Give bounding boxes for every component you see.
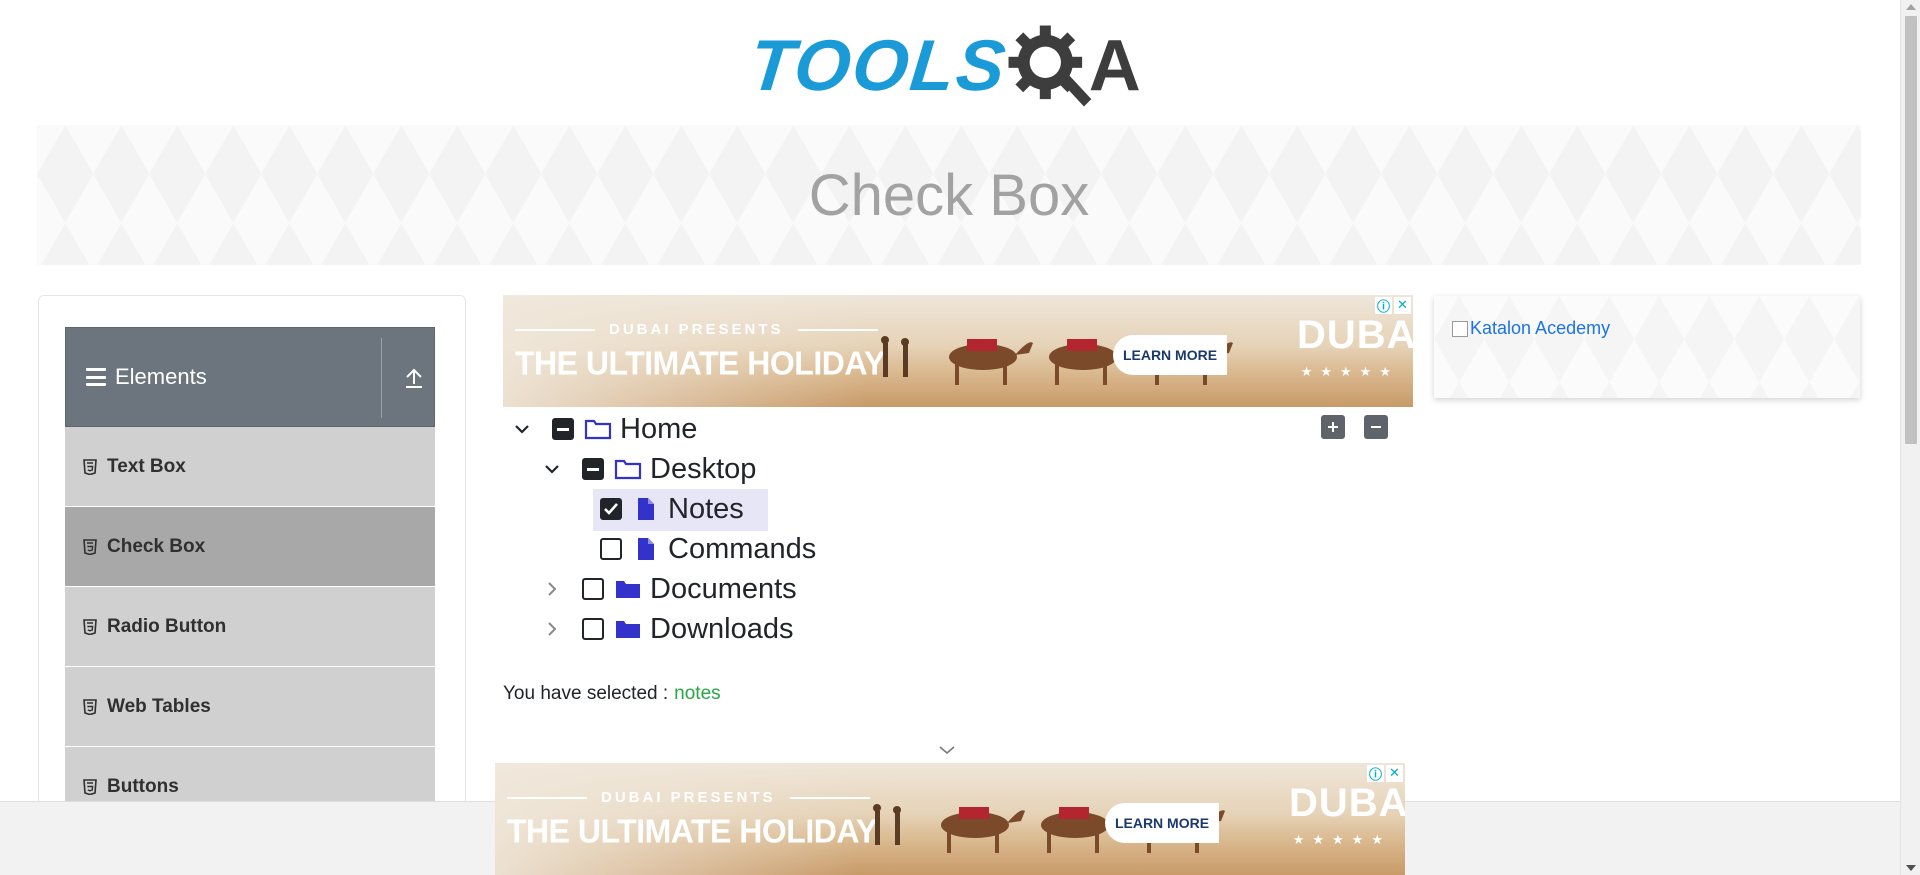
left-panel: Elements Text Box Check Box Radio Button (38, 295, 466, 875)
tree-node-downloads[interactable]: Downloads (540, 609, 793, 649)
folder-icon (614, 617, 642, 641)
scroll-up-arrow-icon[interactable] (1906, 4, 1916, 10)
chevron-down-icon[interactable] (540, 457, 564, 481)
selection-result: You have selected : notes (503, 683, 721, 705)
menu-item-label: Radio Button (107, 615, 227, 637)
chevron-down-icon[interactable] (938, 744, 956, 756)
collapse-up-icon[interactable] (403, 366, 425, 390)
ad-info-icon[interactable]: ⓘ (1367, 765, 1384, 783)
tree-node-label[interactable]: Downloads (650, 613, 793, 646)
top-ad-banner[interactable]: DUBAI PRESENTS THE ULTIMATE HOLIDAY LEAR… (503, 295, 1413, 407)
tree-node-label[interactable]: Home (620, 413, 697, 446)
menu-item-radio-button[interactable]: Radio Button (65, 587, 435, 667)
ad-brand: DUBAI (1289, 781, 1405, 825)
ad-learn-more-button[interactable]: LEARN MORE (1105, 803, 1219, 843)
scroll-down-arrow-icon[interactable] (1906, 865, 1916, 871)
ad-stars: ★★★★★ (1292, 833, 1391, 848)
group-title: Elements (115, 364, 207, 389)
menu-item-check-box[interactable]: Check Box (65, 507, 435, 587)
menu-item-label: Check Box (107, 535, 206, 557)
html5-icon (83, 538, 97, 555)
ad-headline: THE ULTIMATE HOLIDAY (515, 344, 885, 382)
result-selected: notes (674, 683, 721, 704)
chevron-right-icon[interactable] (540, 617, 564, 641)
checkbox-notes[interactable] (600, 498, 622, 520)
page-scrollbar[interactable] (1900, 0, 1920, 875)
camels-illustration (881, 336, 1233, 385)
logo-tools-text: TOOLS (745, 26, 1011, 106)
tree-node-label[interactable]: Commands (668, 533, 816, 566)
ad-headline: THE ULTIMATE HOLIDAY (507, 812, 877, 850)
file-icon (632, 497, 660, 521)
tree-node-desktop[interactable]: Desktop (540, 449, 756, 489)
folder-open-icon (614, 457, 642, 481)
gear-magnifier-icon (1008, 25, 1092, 107)
ad-presents: DUBAI PRESENTS (515, 321, 878, 338)
checkbox-commands[interactable] (600, 538, 622, 560)
page-title: Check Box (808, 162, 1090, 228)
menu-item-label: Text Box (107, 455, 186, 477)
logo-a-text: A (1088, 26, 1141, 106)
hamburger-icon (86, 368, 106, 386)
chevron-down-icon[interactable] (510, 417, 534, 441)
broken-image-alt: Katalon Acedemy (1470, 318, 1611, 338)
toolsqa-logo[interactable]: TOOLS A (746, 18, 1141, 114)
ad-choices[interactable]: ⓘ ✕ (1375, 297, 1411, 315)
ad-stars: ★★★★★ (1300, 365, 1399, 380)
expand-all-button[interactable] (1321, 415, 1345, 439)
ad-close-icon[interactable]: ✕ (1394, 297, 1411, 314)
checkbox-desktop[interactable] (582, 458, 604, 480)
broken-image[interactable]: Katalon Acedemy (1452, 318, 1610, 339)
menu-item-text-box[interactable]: Text Box (65, 427, 435, 507)
camels-illustration (873, 804, 1225, 853)
ad-brand: DUBAI (1297, 313, 1413, 357)
ad-choices[interactable]: ⓘ ✕ (1367, 765, 1403, 783)
header-divider (381, 338, 382, 418)
scrollbar-thumb[interactable] (1905, 16, 1917, 444)
checkbox-downloads[interactable] (582, 618, 604, 640)
bottom-ad-banner[interactable]: DUBAI PRESENTS THE ULTIMATE HOLIDAY LEAR… (495, 763, 1405, 875)
ad-info-icon[interactable]: ⓘ (1375, 297, 1392, 315)
chevron-right-icon[interactable] (540, 577, 564, 601)
right-ad[interactable]: Katalon Acedemy (1434, 296, 1860, 398)
file-icon (632, 537, 660, 561)
menu-item-label: Buttons (107, 775, 179, 797)
tree-node-notes[interactable]: Notes (600, 489, 744, 529)
folder-icon (614, 577, 642, 601)
page-banner: Check Box (37, 125, 1861, 265)
ad-learn-more-button[interactable]: LEARN MORE (1113, 335, 1227, 375)
elements-group-header[interactable]: Elements (65, 327, 435, 427)
tree-node-commands[interactable]: Commands (600, 529, 816, 569)
tree-node-label[interactable]: Documents (650, 573, 797, 606)
html5-icon (83, 778, 97, 795)
page: TOOLS A Check Box Elements Text Box Chec… (0, 0, 1920, 875)
tree-node-documents[interactable]: Documents (540, 569, 797, 609)
html5-icon (83, 458, 97, 475)
tree-node-label[interactable]: Desktop (650, 453, 756, 486)
tree-node-home[interactable]: Home (510, 409, 697, 449)
collapse-all-button[interactable] (1364, 415, 1388, 439)
html5-icon (83, 698, 97, 715)
html5-icon (83, 618, 97, 635)
checkbox-documents[interactable] (582, 578, 604, 600)
tree-node-label[interactable]: Notes (668, 493, 744, 526)
result-prefix: You have selected : (503, 683, 669, 704)
menu-item-web-tables[interactable]: Web Tables (65, 667, 435, 747)
menu-item-label: Web Tables (107, 695, 211, 717)
broken-image-icon (1452, 320, 1468, 337)
folder-open-icon (584, 417, 612, 441)
checkbox-home[interactable] (552, 418, 574, 440)
ad-presents: DUBAI PRESENTS (507, 789, 870, 806)
ad-close-icon[interactable]: ✕ (1386, 765, 1403, 782)
elements-menu: Text Box Check Box Radio Button Web Tabl… (65, 427, 435, 827)
